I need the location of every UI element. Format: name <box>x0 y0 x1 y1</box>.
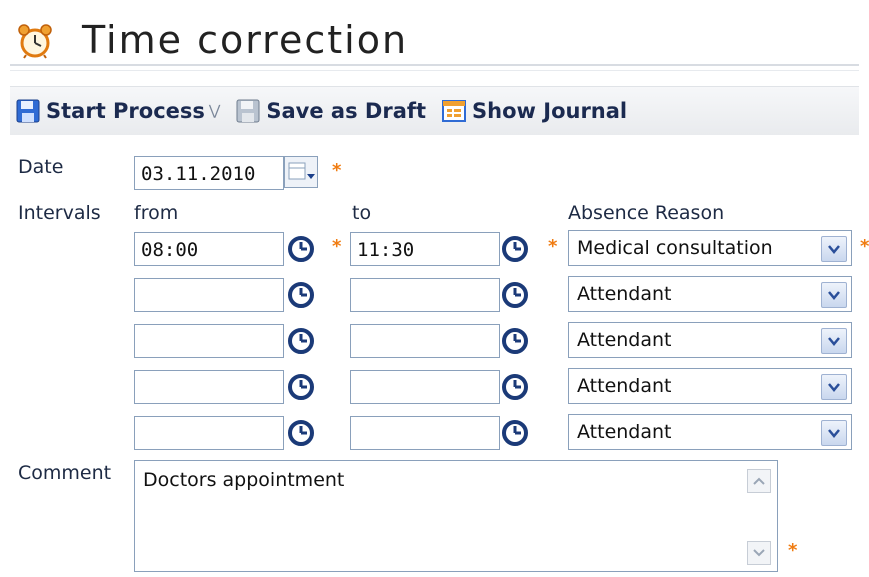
scroll-down-icon[interactable] <box>747 541 771 565</box>
comment-label: Comment <box>18 462 112 484</box>
save-icon <box>16 99 40 123</box>
clock-icon[interactable] <box>288 282 314 308</box>
start-process-button[interactable]: Start Process ⋁ <box>16 99 220 123</box>
show-journal-button[interactable]: Show Journal <box>442 99 627 123</box>
alarm-clock-icon <box>18 24 52 59</box>
absence-reason-value: Attendant <box>577 421 672 443</box>
dropdown-arrow-icon[interactable] <box>821 282 847 308</box>
absence-reason-value: Attendant <box>577 329 672 351</box>
required-marker: * <box>332 236 342 257</box>
calendar-icon[interactable] <box>284 156 318 188</box>
to-time-field[interactable] <box>350 416 500 450</box>
dropdown-arrow-icon[interactable] <box>821 420 847 446</box>
absence-reason-value: Attendant <box>577 283 672 305</box>
chevron-down-icon[interactable]: ⋁ <box>209 103 220 119</box>
comment-textarea[interactable]: Doctors appointment <box>134 460 778 572</box>
dropdown-arrow-icon[interactable] <box>821 328 847 354</box>
dropdown-arrow-icon[interactable] <box>821 236 847 262</box>
to-time-field[interactable] <box>350 324 500 358</box>
title-divider-secondary <box>10 70 859 71</box>
date-label: Date <box>18 156 64 178</box>
journal-icon <box>442 100 467 122</box>
from-time-field[interactable] <box>134 370 284 404</box>
clock-icon[interactable] <box>502 374 528 400</box>
from-label: from <box>134 202 179 224</box>
intervals-label: Intervals <box>18 202 101 224</box>
absence-reason-value: Attendant <box>577 375 672 397</box>
absence-reason-select[interactable]: Attendant <box>568 322 852 358</box>
absence-reason-select[interactable]: Medical consultation <box>568 230 852 266</box>
to-label: to <box>352 202 372 224</box>
clock-icon[interactable] <box>288 374 314 400</box>
title-divider <box>10 64 859 66</box>
clock-icon[interactable] <box>502 420 528 446</box>
from-time-field[interactable] <box>134 416 284 450</box>
to-time-field[interactable]: 11:30 <box>350 232 500 266</box>
absence-reason-select[interactable]: Attendant <box>568 414 852 450</box>
clock-icon[interactable] <box>288 420 314 446</box>
absence-reason-select[interactable]: Attendant <box>568 368 852 404</box>
to-time-field[interactable] <box>350 370 500 404</box>
clock-icon[interactable] <box>288 328 314 354</box>
save-as-draft-label: Save as Draft <box>266 99 427 123</box>
scroll-up-icon[interactable] <box>747 469 771 493</box>
clock-icon[interactable] <box>502 236 528 262</box>
required-marker: * <box>548 236 558 257</box>
title-bar: Time correction <box>10 12 859 68</box>
clock-icon[interactable] <box>502 282 528 308</box>
absence-reason-label: Absence Reason <box>568 202 725 224</box>
toolbar: Start Process ⋁ Save as Draft Show Journ… <box>10 86 859 135</box>
absence-reason-select[interactable]: Attendant <box>568 276 852 312</box>
from-time-field[interactable] <box>134 324 284 358</box>
page-title: Time correction <box>82 18 409 62</box>
save-as-draft-button[interactable]: Save as Draft <box>236 99 426 123</box>
comment-text: Doctors appointment <box>143 469 345 491</box>
date-field[interactable]: 03.11.2010 <box>134 156 284 190</box>
to-time-field[interactable] <box>350 278 500 312</box>
from-time-field[interactable]: 08:00 <box>134 232 284 266</box>
start-process-label: Start Process <box>46 99 205 123</box>
clock-icon[interactable] <box>288 236 314 262</box>
disk-icon <box>236 99 260 123</box>
clock-icon[interactable] <box>502 328 528 354</box>
required-marker: * <box>332 160 342 181</box>
dropdown-arrow-icon[interactable] <box>821 374 847 400</box>
required-marker: * <box>860 236 869 257</box>
from-time-field[interactable] <box>134 278 284 312</box>
show-journal-label: Show Journal <box>472 99 628 123</box>
required-marker: * <box>788 540 798 561</box>
absence-reason-value: Medical consultation <box>577 237 773 259</box>
